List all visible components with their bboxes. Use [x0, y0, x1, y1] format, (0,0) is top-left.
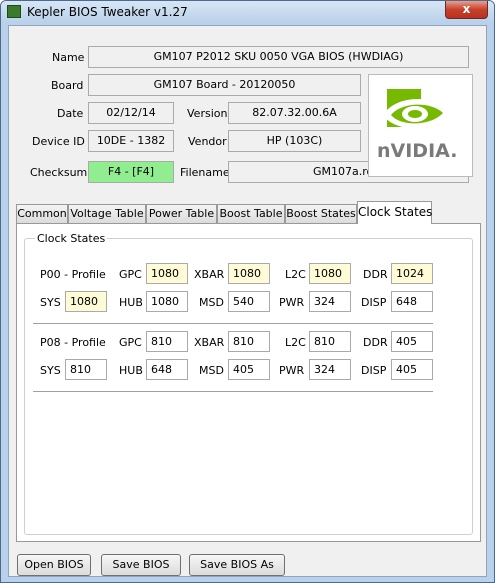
p08-divider: [33, 391, 433, 393]
board-label: Board: [51, 79, 84, 92]
date-label: Date: [57, 107, 84, 120]
client-area: Name GM107 P2012 SKU 0050 VGA BIOS (HWDI…: [8, 25, 487, 577]
p08-l2c-label: L2C: [285, 336, 306, 349]
p00-xbar-label: XBAR: [194, 268, 225, 281]
close-button[interactable]: x: [445, 1, 488, 19]
name-label: Name: [52, 51, 85, 64]
p08-msd-field[interactable]: 405: [228, 359, 270, 380]
device-id-field[interactable]: 10DE - 1382: [88, 130, 174, 152]
p00-pwr-field[interactable]: 324: [309, 291, 351, 312]
group-title: Clock States: [35, 232, 108, 245]
p00-sys-label: SYS: [40, 296, 61, 309]
vendor-label: Vendor: [188, 135, 227, 148]
tab-boost-table[interactable]: Boost Table: [217, 204, 285, 223]
p08-pwr-label: PWR: [279, 364, 305, 377]
app-window: Kepler BIOS Tweaker v1.27 x Name GM107 P…: [0, 0, 495, 583]
p00-ddr-label: DDR: [363, 268, 388, 281]
tab-strip: Common Voltage Table Power Table Boost T…: [16, 201, 481, 224]
app-icon: [7, 5, 21, 18]
p08-ddr-label: DDR: [363, 336, 388, 349]
p00-msd-field[interactable]: 540: [228, 291, 270, 312]
p00-pwr-label: PWR: [279, 296, 305, 309]
filename-label: Filename: [180, 166, 230, 179]
p08-gpc-field[interactable]: 810: [146, 331, 188, 352]
tab-clock-states[interactable]: Clock States: [357, 201, 432, 224]
clock-states-group: Clock States P00 - Profile GPC 1080 XBAR…: [24, 232, 473, 535]
nvidia-logo: nVIDIA.: [368, 74, 473, 177]
tab-common[interactable]: Common: [16, 204, 68, 223]
p00-l2c-field[interactable]: 1080: [309, 263, 351, 284]
p00-msd-label: MSD: [199, 296, 224, 309]
board-field[interactable]: GM107 Board - 20120050: [88, 74, 361, 96]
p08-xbar-label: XBAR: [194, 336, 225, 349]
p08-msd-label: MSD: [199, 364, 224, 377]
p08-gpc-label: GPC: [119, 336, 142, 349]
p08-pwr-field[interactable]: 324: [309, 359, 351, 380]
p08-l2c-field[interactable]: 810: [309, 331, 351, 352]
p08-disp-label: DISP: [361, 364, 387, 377]
name-field[interactable]: GM107 P2012 SKU 0050 VGA BIOS (HWDIAG): [88, 46, 469, 68]
p08-profile-label: P08 - Profile: [40, 336, 106, 349]
p00-ddr-field[interactable]: 1024: [391, 263, 433, 284]
p00-gpc-field[interactable]: 1080: [146, 263, 188, 284]
logo-text: nVIDIA.: [377, 140, 457, 162]
checksum-label: Checksum: [30, 166, 88, 179]
p00-divider: [33, 323, 433, 325]
p00-hub-label: HUB: [119, 296, 143, 309]
tab-boost-states[interactable]: Boost States: [285, 204, 357, 223]
tab-voltage-table[interactable]: Voltage Table: [68, 204, 146, 223]
p08-sys-field[interactable]: 810: [65, 359, 107, 380]
date-field[interactable]: 02/12/14: [88, 102, 174, 124]
vendor-field[interactable]: HP (103C): [228, 130, 361, 152]
device-id-label: Device ID: [32, 135, 85, 148]
version-label: Version: [187, 107, 228, 120]
p00-l2c-label: L2C: [285, 268, 306, 281]
p08-disp-field[interactable]: 405: [391, 359, 433, 380]
p08-sys-label: SYS: [40, 364, 61, 377]
title-bar[interactable]: Kepler BIOS Tweaker v1.27 x: [1, 1, 494, 23]
window-title: Kepler BIOS Tweaker v1.27: [27, 5, 188, 19]
p00-disp-field[interactable]: 648: [391, 291, 433, 312]
tab-power-table[interactable]: Power Table: [146, 204, 217, 223]
p00-gpc-label: GPC: [119, 268, 142, 281]
p00-profile-label: P00 - Profile: [40, 268, 106, 281]
version-field[interactable]: 82.07.32.00.6A: [228, 102, 361, 124]
clock-states-panel: Clock States P00 - Profile GPC 1080 XBAR…: [16, 223, 481, 542]
p00-disp-label: DISP: [361, 296, 387, 309]
open-bios-button[interactable]: Open BIOS: [17, 554, 91, 576]
p08-hub-field[interactable]: 648: [146, 359, 188, 380]
p08-xbar-field[interactable]: 810: [228, 331, 270, 352]
p08-ddr-field[interactable]: 405: [391, 331, 433, 352]
p00-hub-field[interactable]: 1080: [146, 291, 188, 312]
save-bios-button[interactable]: Save BIOS: [101, 554, 181, 576]
p08-hub-label: HUB: [119, 364, 143, 377]
checksum-field[interactable]: F4 - [F4]: [88, 161, 174, 183]
p00-xbar-field[interactable]: 1080: [228, 263, 270, 284]
save-bios-as-button[interactable]: Save BIOS As: [189, 554, 285, 576]
p00-sys-field[interactable]: 1080: [65, 291, 107, 312]
